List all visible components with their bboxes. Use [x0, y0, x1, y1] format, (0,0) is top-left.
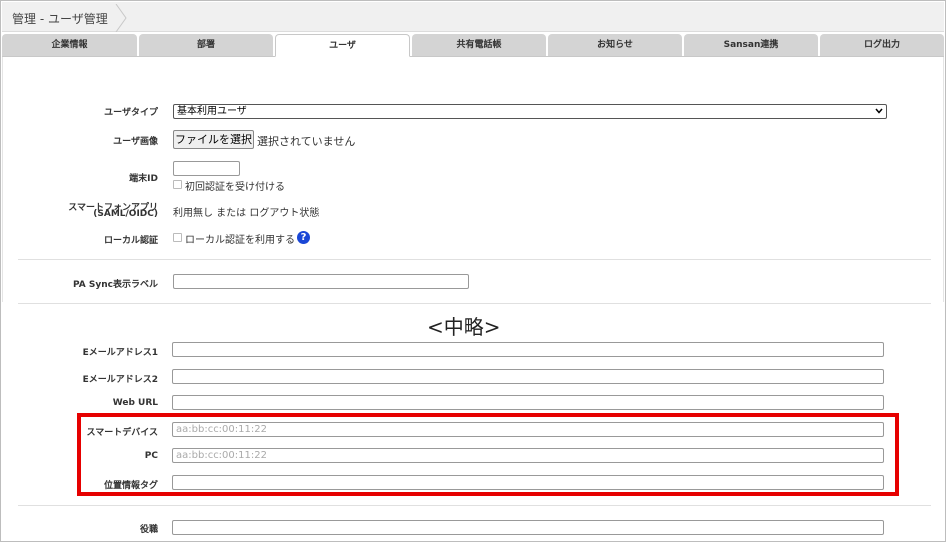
user-type-select[interactable]: 基本利用ユーザ [173, 104, 887, 119]
section-divider-1 [18, 259, 931, 260]
omitted-marker: <中略> [427, 315, 501, 339]
breadcrumb: 管理 - ユーザ管理 [2, 2, 944, 32]
first-auth-label: 初回認証を受け付ける [185, 182, 285, 193]
file-status-text: 選択されていません [257, 135, 356, 148]
position-label: 役職 [139, 525, 158, 535]
terminal-id-label: 端末ID [129, 174, 158, 184]
question-circle-icon[interactable]: ? [297, 231, 310, 244]
user-type-label: ユーザタイプ [104, 108, 158, 118]
email1-input[interactable] [172, 342, 884, 357]
local-auth-label: ローカル認証 [103, 236, 158, 246]
breadcrumb-text[interactable]: 管理 - ユーザ管理 [12, 10, 108, 27]
position-input[interactable] [172, 520, 884, 535]
terminal-id-input[interactable] [173, 161, 240, 176]
content-border-right [943, 57, 944, 302]
tab-log-output[interactable]: ログ出力 [820, 34, 944, 56]
smartphone-app-status: 利用無し または ログアウト状態 [173, 208, 320, 219]
pa-sync-input[interactable] [173, 274, 469, 289]
tab-bar: 企業情報 部署 ユーザ 共有電話帳 お知らせ Sansan連携 ログ出力 [2, 34, 944, 57]
chevron-down-icon [875, 108, 883, 114]
pa-sync-label: PA Sync表示ラベル [73, 280, 158, 290]
tab-company-info[interactable]: 企業情報 [2, 34, 137, 56]
highlight-box [77, 413, 899, 496]
email2-input[interactable] [172, 369, 884, 384]
local-auth-checkbox-label: ローカル認証を利用する [185, 235, 295, 246]
breadcrumb-chevron-icon [115, 4, 127, 32]
content-border-left [2, 57, 3, 302]
choose-file-button[interactable]: ファイルを選択 [173, 130, 254, 149]
user-type-value: 基本利用ユーザ [177, 106, 247, 117]
tab-notice[interactable]: お知らせ [548, 34, 682, 56]
tab-sansan[interactable]: Sansan連携 [684, 34, 818, 56]
email1-label: Eメールアドレス1 [82, 348, 158, 358]
web-url-label: Web URL [112, 398, 158, 408]
section-divider-2 [18, 303, 931, 304]
first-auth-checkbox[interactable] [173, 180, 182, 189]
smartphone-app-label-sub: (SAML/OIDC) [93, 209, 158, 219]
web-url-input[interactable] [172, 395, 884, 410]
local-auth-checkbox[interactable] [173, 233, 182, 242]
user-image-label: ユーザ画像 [113, 137, 158, 147]
tab-shared-phonebook[interactable]: 共有電話帳 [412, 34, 546, 56]
tab-user[interactable]: ユーザ [275, 34, 410, 57]
section-divider-3 [18, 505, 931, 506]
email2-label: Eメールアドレス2 [82, 375, 158, 385]
tab-department[interactable]: 部署 [139, 34, 273, 56]
